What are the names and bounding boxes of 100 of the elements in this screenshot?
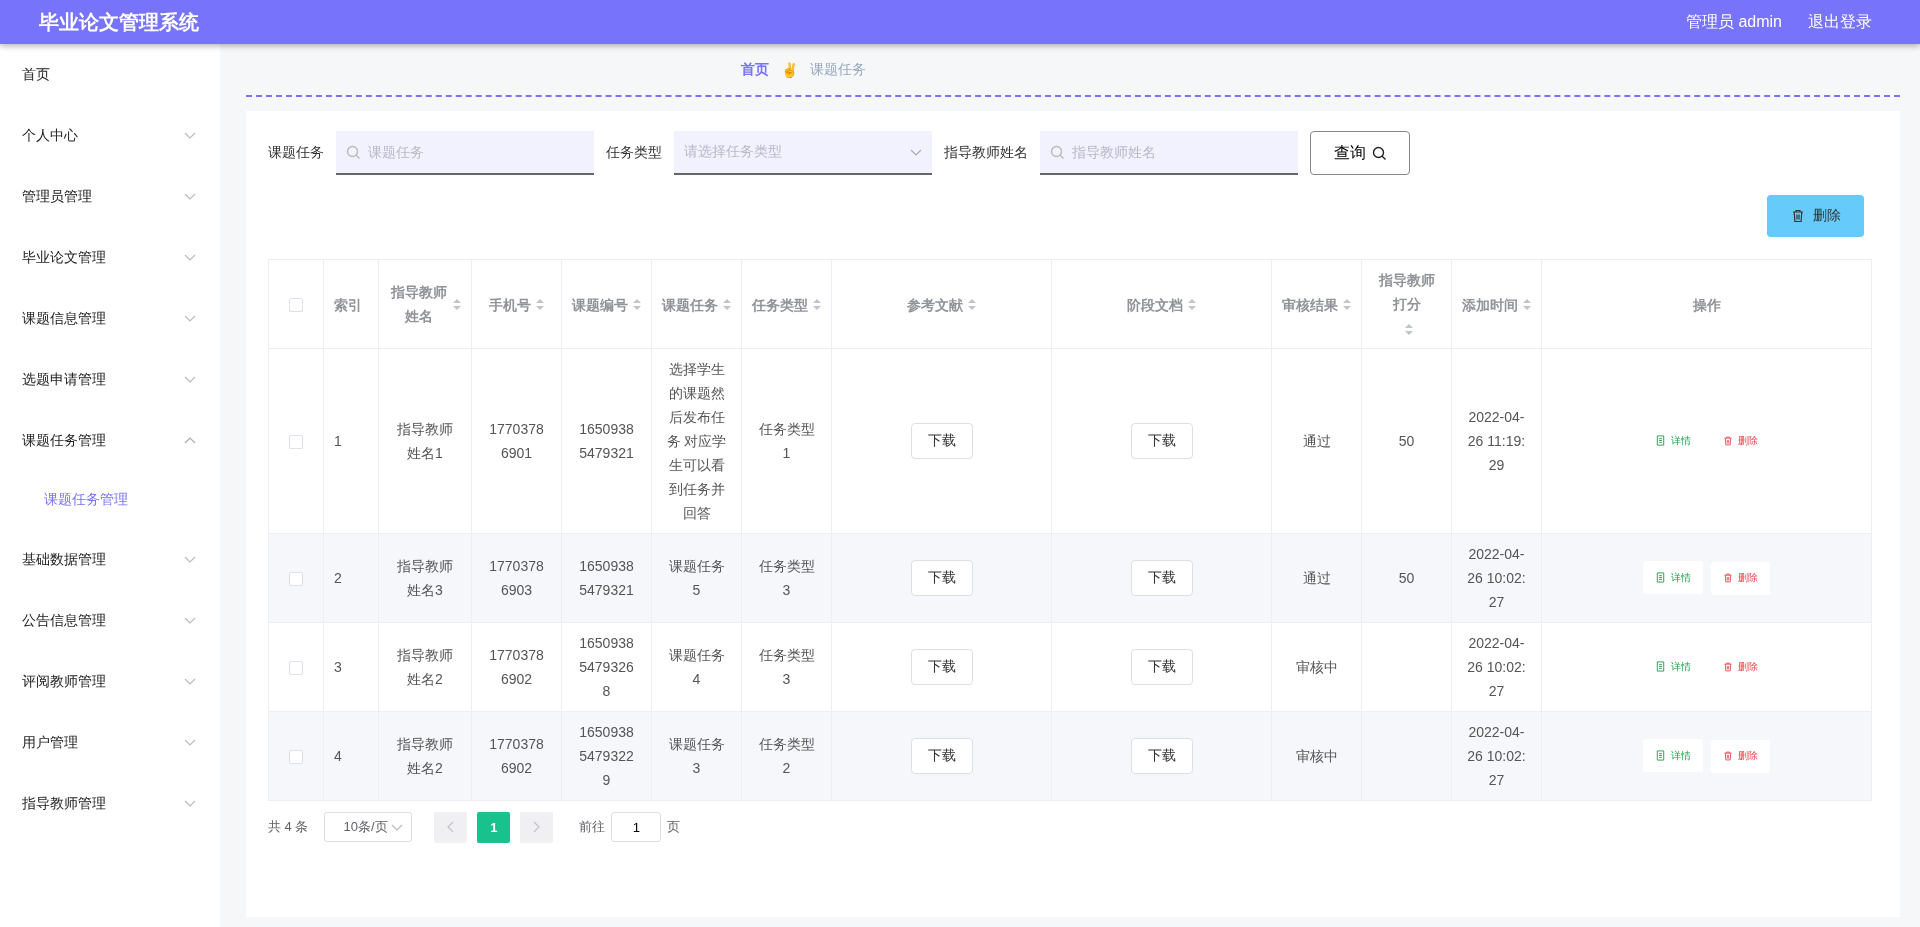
table-cell: 任务类型1: [758, 421, 815, 461]
details-button[interactable]: 详情: [1643, 561, 1703, 595]
table-cell: 17703786901: [489, 421, 544, 461]
sort-icon: [723, 299, 731, 311]
sort-icon: [1188, 299, 1196, 311]
field-label: 指导教师姓名: [944, 144, 1028, 162]
chevron-down-icon: [910, 148, 922, 156]
table-cell: 指导教师姓名3: [397, 558, 453, 598]
field-label: 任务类型: [606, 144, 662, 162]
delete-button[interactable]: 删除: [1711, 561, 1770, 595]
sort-icon: [536, 299, 544, 311]
document-icon: [1655, 661, 1666, 673]
download-button[interactable]: 下载: [1130, 738, 1193, 774]
table-cell: 任务类型2: [758, 736, 815, 776]
page-input[interactable]: 1: [611, 812, 662, 842]
checkbox[interactable]: [289, 750, 303, 765]
table-cell: 16509385479321: [579, 421, 634, 461]
sort-icon: [1523, 299, 1531, 311]
menu-item[interactable]: 评阅教师管理: [22, 672, 106, 691]
checkbox[interactable]: [289, 572, 303, 587]
menu-item[interactable]: 基础数据管理: [22, 550, 106, 569]
user-name: 管理员 admin: [1685, 11, 1782, 32]
arrow-left-icon: [447, 821, 455, 833]
table-cell: 1: [334, 433, 342, 449]
download-button[interactable]: 下载: [1130, 560, 1193, 596]
checkbox[interactable]: [289, 298, 303, 313]
trash-icon: [1790, 209, 1805, 223]
page-size-select[interactable]: 10条/页: [324, 812, 413, 842]
download-button[interactable]: 下载: [910, 738, 973, 774]
logout-link[interactable]: 退出登录: [1808, 11, 1872, 33]
menu-item[interactable]: 用户管理: [22, 733, 78, 752]
submenu-item[interactable]: 课题任务管理: [0, 471, 220, 529]
app-title: 毕业论文管理系统: [39, 9, 200, 35]
separator-emoji: ✌: [780, 61, 798, 78]
table-cell: 3: [334, 659, 342, 675]
column-header: 操作: [1692, 295, 1721, 315]
checkbox[interactable]: [289, 435, 303, 450]
table-cell: 指导教师姓名2: [397, 736, 453, 776]
details-button[interactable]: 详情: [1643, 739, 1703, 773]
table-cell: 通过: [1302, 570, 1331, 586]
trash-icon: [1723, 436, 1733, 447]
menu-item[interactable]: 选题申请管理: [22, 370, 106, 389]
menu-item[interactable]: 课题信息管理: [22, 309, 106, 328]
table-cell: 4: [334, 748, 342, 764]
delete-button[interactable]: 删除: [1767, 195, 1864, 237]
menu-item[interactable]: 公告信息管理: [22, 611, 106, 630]
checkbox[interactable]: [289, 661, 303, 676]
table-cell: 任务类型3: [758, 558, 815, 598]
table-cell: 任务类型3: [758, 647, 815, 687]
table-cell: 2022-04-26 11:19:29: [1467, 409, 1526, 473]
table-cell: 课题任务3: [668, 736, 725, 776]
arrow-right-icon: [533, 821, 541, 833]
download-button[interactable]: 下载: [1130, 423, 1193, 459]
document-icon: [1655, 572, 1666, 584]
chevron-down-icon: [391, 823, 404, 831]
table-cell: 50: [1398, 433, 1415, 449]
table-cell: 审核中: [1295, 659, 1338, 675]
next-page-button[interactable]: [520, 811, 554, 843]
table-cell: 165093854793229: [579, 724, 634, 788]
table-cell: 通过: [1302, 433, 1331, 449]
search-icon: [1050, 145, 1064, 159]
table-cell: 2: [334, 570, 342, 586]
download-button[interactable]: 下载: [910, 560, 973, 596]
menu-item[interactable]: 课题任务管理: [22, 431, 106, 450]
table-cell: 选择学生的课题然后发布任务 对应学生可以看到任务并回答: [666, 361, 727, 521]
sort-icon: [813, 299, 821, 311]
search-icon: [1372, 146, 1386, 160]
table-cell: 2022-04-26 10:02:27: [1467, 724, 1526, 788]
menu-item[interactable]: 管理员管理: [22, 187, 92, 206]
trash-icon: [1723, 751, 1733, 762]
table-cell: 课题任务4: [668, 647, 725, 687]
column-header: 索引: [334, 295, 362, 315]
search-icon: [346, 145, 360, 159]
breadcrumb-item: 课题任务: [809, 60, 866, 79]
download-button[interactable]: 下载: [910, 423, 973, 459]
trash-icon: [1723, 573, 1733, 584]
table-cell: 指导教师姓名2: [397, 647, 453, 687]
table-cell: 17703786903: [489, 558, 544, 598]
menu-item[interactable]: 首页: [0, 44, 220, 105]
sort-icon: [1343, 299, 1351, 311]
query-button[interactable]: 查询: [1310, 131, 1410, 175]
menu-item[interactable]: 毕业论文管理: [22, 248, 106, 267]
delete-button[interactable]: 删除: [1711, 739, 1770, 773]
table-cell: 审核中: [1295, 748, 1338, 764]
sort-icon: [633, 299, 641, 311]
breadcrumb-item[interactable]: 首页: [740, 60, 769, 79]
sort-icon: [452, 298, 461, 310]
menu-item[interactable]: 指导教师管理: [22, 794, 106, 813]
total-count: 共 4 条: [268, 818, 309, 836]
download-button[interactable]: 下载: [1130, 649, 1193, 685]
menu-item[interactable]: 个人中心: [22, 126, 78, 145]
table-cell: 指导教师姓名1: [397, 421, 453, 461]
previous-page-button[interactable]: [434, 811, 468, 843]
table-cell: 课题任务5: [668, 558, 725, 598]
table-cell: 50: [1398, 570, 1415, 586]
table-cell: 17703786902: [489, 736, 544, 776]
sort-icon: [1405, 323, 1413, 335]
sort-icon: [968, 299, 976, 311]
document-icon: [1655, 435, 1666, 447]
download-button[interactable]: 下载: [910, 649, 973, 685]
